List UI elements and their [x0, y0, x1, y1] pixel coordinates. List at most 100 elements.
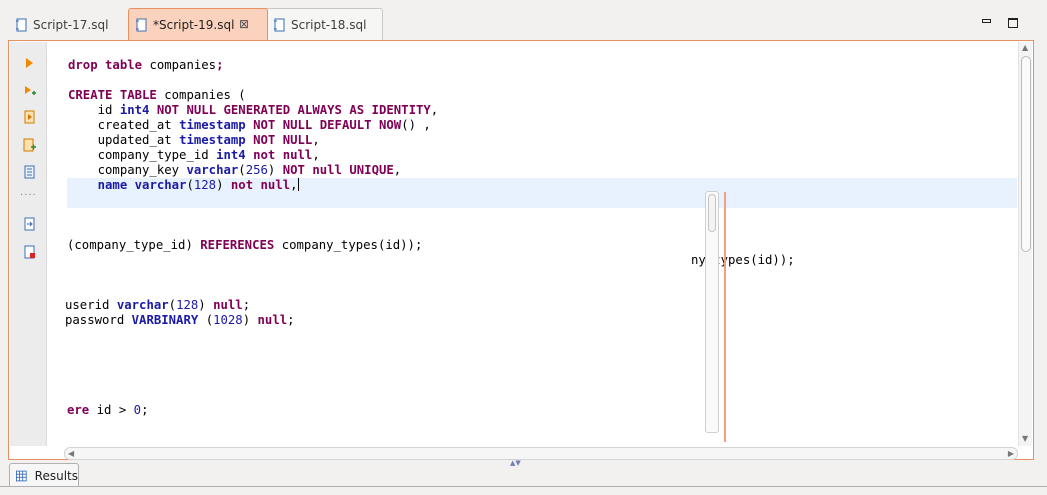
- tab-script-19[interactable]: *Script-19.sql ⊠: [128, 8, 268, 41]
- code-token: id: [68, 103, 120, 117]
- code-token: (: [186, 178, 194, 192]
- code-token: not null: [230, 178, 291, 192]
- code-token: userid: [65, 298, 117, 312]
- sql-script-icon: [16, 18, 27, 31]
- code-token: null: [213, 298, 243, 312]
- code-token: (company_type_id): [67, 238, 201, 252]
- execute-script-new-tab-icon[interactable]: [23, 110, 36, 124]
- code-token: REFERENCES: [200, 238, 282, 252]
- sql-script-icon: [274, 18, 285, 32]
- tab-label: Script-17.sql: [33, 17, 109, 32]
- code-token: (: [205, 313, 214, 327]
- code-token: drop table: [68, 58, 150, 72]
- execute-script-icon[interactable]: [23, 84, 36, 98]
- code-token: 256: [245, 163, 268, 177]
- code-token: (: [168, 298, 177, 312]
- results-panel: [0, 486, 1047, 495]
- code-token: ere: [67, 403, 97, 417]
- toolbar-separator: ····: [20, 190, 37, 201]
- explain-plan-icon[interactable]: [23, 165, 36, 179]
- code-token: 0: [133, 403, 142, 417]
- code-token: ,: [290, 178, 298, 192]
- execute-statement-icon[interactable]: [23, 56, 36, 70]
- code-token: name varchar: [97, 178, 187, 192]
- code-line: id int4 NOT NULL GENERATED ALWAYS AS IDE…: [68, 103, 439, 118]
- panel-sash-icon[interactable]: ▲▼: [510, 459, 521, 467]
- code-token: NOT null UNIQUE: [282, 163, 394, 177]
- add-query-icon[interactable]: [23, 138, 36, 152]
- scroll-up-icon[interactable]: ▲: [1022, 43, 1028, 52]
- code-line: userid varchar(128) null;: [65, 298, 250, 313]
- code-token: ): [198, 298, 214, 312]
- code-line: created_at timestamp NOT NULL DEFAULT NO…: [68, 118, 431, 133]
- code-token: NOT NULL DEFAULT NOW: [253, 118, 402, 132]
- vertical-scrollbar[interactable]: ▲ ▼: [1018, 42, 1032, 446]
- code-token: updated_at: [68, 133, 180, 147]
- code-token: CREATE TABLE: [68, 88, 165, 102]
- proposal-border: [724, 192, 726, 442]
- code-token: company_key: [68, 163, 187, 177]
- code-token: ,: [312, 148, 320, 162]
- code-line: CREATE TABLE companies (: [68, 88, 246, 103]
- tab-script-18[interactable]: Script-18.sql: [262, 8, 383, 41]
- scroll-left-icon[interactable]: ◀: [68, 449, 74, 458]
- grid-icon: [16, 470, 27, 481]
- autocomplete-scrollbar[interactable]: [705, 191, 719, 433]
- code-token: int4: [119, 103, 157, 117]
- code-token: timestamp: [179, 133, 254, 147]
- tab-script-17[interactable]: Script-17.sql: [3, 8, 127, 41]
- code-token: NOT NULL: [253, 133, 313, 147]
- code-token: (: [238, 163, 246, 177]
- code-token: ,: [430, 103, 439, 117]
- code-token: company_types(id));: [281, 238, 423, 252]
- load-script-icon[interactable]: [23, 217, 36, 231]
- save-script-icon[interactable]: [23, 245, 36, 259]
- code-token: ,: [393, 163, 402, 177]
- editor-tab-bar: Script-17.sql Script-18.sql *Script-19.s…: [0, 0, 1047, 41]
- code-token: id >: [96, 403, 134, 417]
- code-token: int4: [216, 148, 254, 162]
- code-area[interactable]: drop table companies; CREATE TABLE compa…: [48, 42, 1018, 446]
- code-line: company_type_id int4 not null,: [68, 148, 320, 163]
- code-token: companies: [149, 58, 217, 72]
- close-icon[interactable]: ⊠: [239, 17, 249, 31]
- code-line: drop table companies;: [68, 58, 223, 73]
- tab-label: *Script-19.sql: [153, 18, 235, 32]
- tab-label: Script-18.sql: [291, 18, 367, 32]
- code-token: companies (: [164, 88, 246, 102]
- code-token: 128: [176, 298, 199, 312]
- code-token: timestamp: [179, 118, 254, 132]
- code-token: ;: [287, 313, 295, 327]
- code-line: (company_type_id) REFERENCES company_typ…: [67, 238, 422, 253]
- code-token: VARBINARY: [131, 313, 206, 327]
- code-token: ;: [216, 58, 224, 72]
- code-token: ): [267, 163, 283, 177]
- code-token: ,: [312, 133, 320, 147]
- scroll-right-icon[interactable]: ▶: [1008, 449, 1014, 458]
- code-token: varchar: [116, 298, 169, 312]
- code-token: not null: [253, 148, 313, 162]
- code-line: company_key varchar(256) NOT null UNIQUE…: [68, 163, 402, 178]
- editor-toolbar: ····: [10, 42, 47, 446]
- scroll-down-icon[interactable]: ▼: [1022, 434, 1028, 443]
- code-token: ;: [242, 298, 251, 312]
- sql-editor: ···· drop table companies; CREATE TABLE …: [8, 40, 1034, 460]
- code-line: password VARBINARY (1028) null;: [65, 313, 295, 328]
- code-token: ): [242, 313, 258, 327]
- maximize-icon[interactable]: [1008, 18, 1018, 28]
- code-line: name varchar(128) not null,: [68, 178, 299, 193]
- code-line: ere id > 0;: [67, 403, 148, 418]
- code-token: null: [257, 313, 288, 327]
- code-token: ): [216, 178, 231, 192]
- scrollbar-thumb[interactable]: [1021, 56, 1031, 252]
- code-token: ;: [141, 403, 149, 417]
- code-token: password: [65, 313, 132, 327]
- scrollbar-thumb[interactable]: [708, 194, 716, 232]
- horizontal-scrollbar[interactable]: ◀ ▶: [64, 447, 1018, 460]
- minimize-icon[interactable]: [982, 19, 991, 23]
- code-token: varchar: [186, 163, 239, 177]
- text-caret: [297, 178, 299, 191]
- tab-results[interactable]: Results: [9, 463, 79, 487]
- code-line: updated_at timestamp NOT NULL,: [68, 133, 320, 148]
